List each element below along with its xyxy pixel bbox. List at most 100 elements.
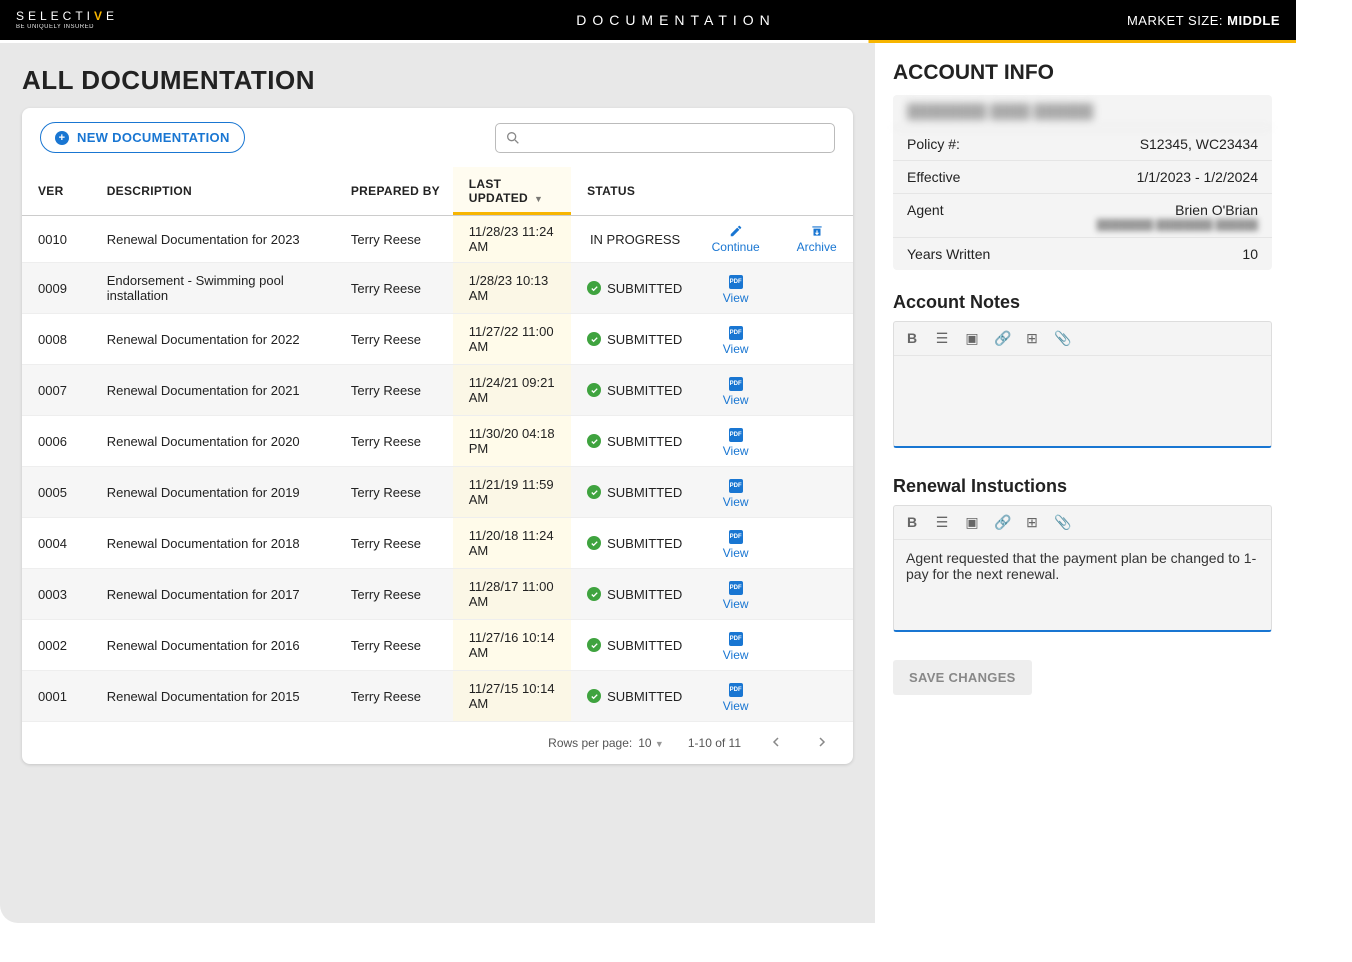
app-header: SELECTIVE BE UNIQUELY INSURED DOCUMENTAT… [0, 0, 1296, 40]
status-text: SUBMITTED [607, 434, 682, 449]
table-icon[interactable]: ⊞ [1024, 330, 1040, 347]
renewal-instructions-textarea[interactable]: Agent requested that the payment plan be… [894, 540, 1271, 630]
agent-value: Brien O'Brian [1175, 202, 1258, 218]
check-icon [587, 638, 601, 652]
view-link[interactable]: PDFView [723, 428, 749, 458]
pdf-icon: PDF [729, 632, 743, 646]
cell-ver: 0003 [22, 569, 91, 620]
bold-icon[interactable]: B [904, 514, 920, 531]
col-status[interactable]: STATUS [571, 167, 691, 216]
account-notes-label: Account Notes [893, 292, 1272, 313]
cell-last-updated: 11/27/22 11:00 AM [453, 314, 571, 365]
check-icon [587, 332, 601, 346]
bold-icon[interactable]: B [904, 330, 920, 347]
rows-per-page-label: Rows per page: [548, 736, 632, 750]
table-row: 0004 Renewal Documentation for 2018 Terr… [22, 518, 853, 569]
table-icon[interactable]: ⊞ [1024, 514, 1040, 531]
link-icon[interactable]: 🔗 [994, 514, 1010, 531]
col-last-updated[interactable]: LAST UPDATED▼ [453, 167, 571, 216]
cell-prepared-by: Terry Reese [335, 620, 453, 671]
view-link[interactable]: PDFView [723, 479, 749, 509]
list-icon[interactable]: ☰ [934, 514, 950, 531]
cell-status: SUBMITTED [571, 569, 691, 620]
cell-status: SUBMITTED [571, 671, 691, 722]
pdf-icon: PDF [729, 479, 743, 493]
cell-prepared-by: Terry Reese [335, 671, 453, 722]
list-icon[interactable]: ☰ [934, 330, 950, 347]
cell-ver: 0007 [22, 365, 91, 416]
save-changes-button[interactable]: SAVE CHANGES [893, 660, 1032, 695]
cell-prepared-by: Terry Reese [335, 263, 453, 314]
cell-last-updated: 11/30/20 04:18 PM [453, 416, 571, 467]
link-icon[interactable]: 🔗 [994, 330, 1010, 347]
table-row: 0002 Renewal Documentation for 2016 Terr… [22, 620, 853, 671]
table-row: 0006 Renewal Documentation for 2020 Terr… [22, 416, 853, 467]
cell-last-updated: 1/28/23 10:13 AM [453, 263, 571, 314]
rows-per-page-select[interactable]: 10 ▼ [638, 736, 664, 750]
attach-icon[interactable]: 📎 [1054, 514, 1070, 531]
check-icon [587, 587, 601, 601]
sort-desc-icon: ▼ [534, 194, 543, 204]
cell-prepared-by: Terry Reese [335, 216, 453, 263]
attach-icon[interactable]: 📎 [1054, 330, 1070, 347]
check-icon [587, 434, 601, 448]
effective-value: 1/1/2023 - 1/2/2024 [1137, 169, 1258, 185]
brand-logo: SELECTIVE BE UNIQUELY INSURED [16, 10, 118, 30]
account-notes-textarea[interactable] [894, 356, 1271, 446]
view-link[interactable]: PDFView [723, 632, 749, 662]
next-page-button[interactable] [811, 732, 833, 754]
cell-last-updated: 11/21/19 11:59 AM [453, 467, 571, 518]
prev-page-button[interactable] [765, 732, 787, 754]
pdf-icon: PDF [729, 530, 743, 544]
cell-last-updated: 11/20/18 11:24 AM [453, 518, 571, 569]
table-row: 0009 Endorsement - Swimming pool install… [22, 263, 853, 314]
pdf-icon: PDF [729, 326, 743, 340]
policy-value: S12345, WC23434 [1140, 136, 1258, 152]
check-icon [587, 536, 601, 550]
view-link[interactable]: PDFView [723, 377, 749, 407]
search-input[interactable] [495, 123, 835, 153]
agent-sub-redacted: ████████ ████████ ██████ [893, 220, 1272, 237]
pdf-icon: PDF [729, 377, 743, 391]
check-icon [587, 383, 601, 397]
pdf-icon: PDF [729, 428, 743, 442]
cell-status: SUBMITTED [571, 620, 691, 671]
cell-description: Endorsement - Swimming pool installation [91, 263, 335, 314]
col-description[interactable]: DESCRIPTION [91, 167, 335, 216]
table-row: 0005 Renewal Documentation for 2019 Terr… [22, 467, 853, 518]
cell-ver: 0004 [22, 518, 91, 569]
cell-ver: 0005 [22, 467, 91, 518]
cell-ver: 0002 [22, 620, 91, 671]
cell-ver: 0008 [22, 314, 91, 365]
cell-status: SUBMITTED [571, 416, 691, 467]
cell-status: SUBMITTED [571, 365, 691, 416]
view-link[interactable]: PDFView [723, 683, 749, 713]
cell-status: SUBMITTED [571, 314, 691, 365]
continue-link[interactable]: Continue [712, 224, 760, 254]
image-icon[interactable]: ▣ [964, 514, 980, 531]
col-ver[interactable]: VER [22, 167, 91, 216]
pdf-icon: PDF [729, 275, 743, 289]
cell-last-updated: 11/28/23 11:24 AM [453, 216, 571, 263]
image-icon[interactable]: ▣ [964, 330, 980, 347]
status-text: SUBMITTED [607, 638, 682, 653]
market-size: MARKET SIZE: MIDDLE [1127, 13, 1280, 28]
view-link[interactable]: PDFView [723, 326, 749, 356]
status-text: SUBMITTED [607, 536, 682, 551]
archive-link[interactable]: Archive [797, 224, 837, 254]
view-link[interactable]: PDFView [723, 530, 749, 560]
years-label: Years Written [907, 246, 990, 262]
status-text: SUBMITTED [607, 689, 682, 704]
table-row: 0010 Renewal Documentation for 2023 Terr… [22, 216, 853, 263]
table-row: 0003 Renewal Documentation for 2017 Terr… [22, 569, 853, 620]
view-link[interactable]: PDFView [723, 581, 749, 611]
new-documentation-button[interactable]: + NEW DOCUMENTATION [40, 122, 245, 153]
cell-description: Renewal Documentation for 2022 [91, 314, 335, 365]
view-link[interactable]: PDFView [723, 275, 749, 305]
page-title-header: DOCUMENTATION [576, 12, 776, 28]
col-prepared-by[interactable]: PREPARED BY [335, 167, 453, 216]
cell-description: Renewal Documentation for 2016 [91, 620, 335, 671]
status-text: SUBMITTED [607, 587, 682, 602]
cell-ver: 0006 [22, 416, 91, 467]
cell-description: Renewal Documentation for 2019 [91, 467, 335, 518]
